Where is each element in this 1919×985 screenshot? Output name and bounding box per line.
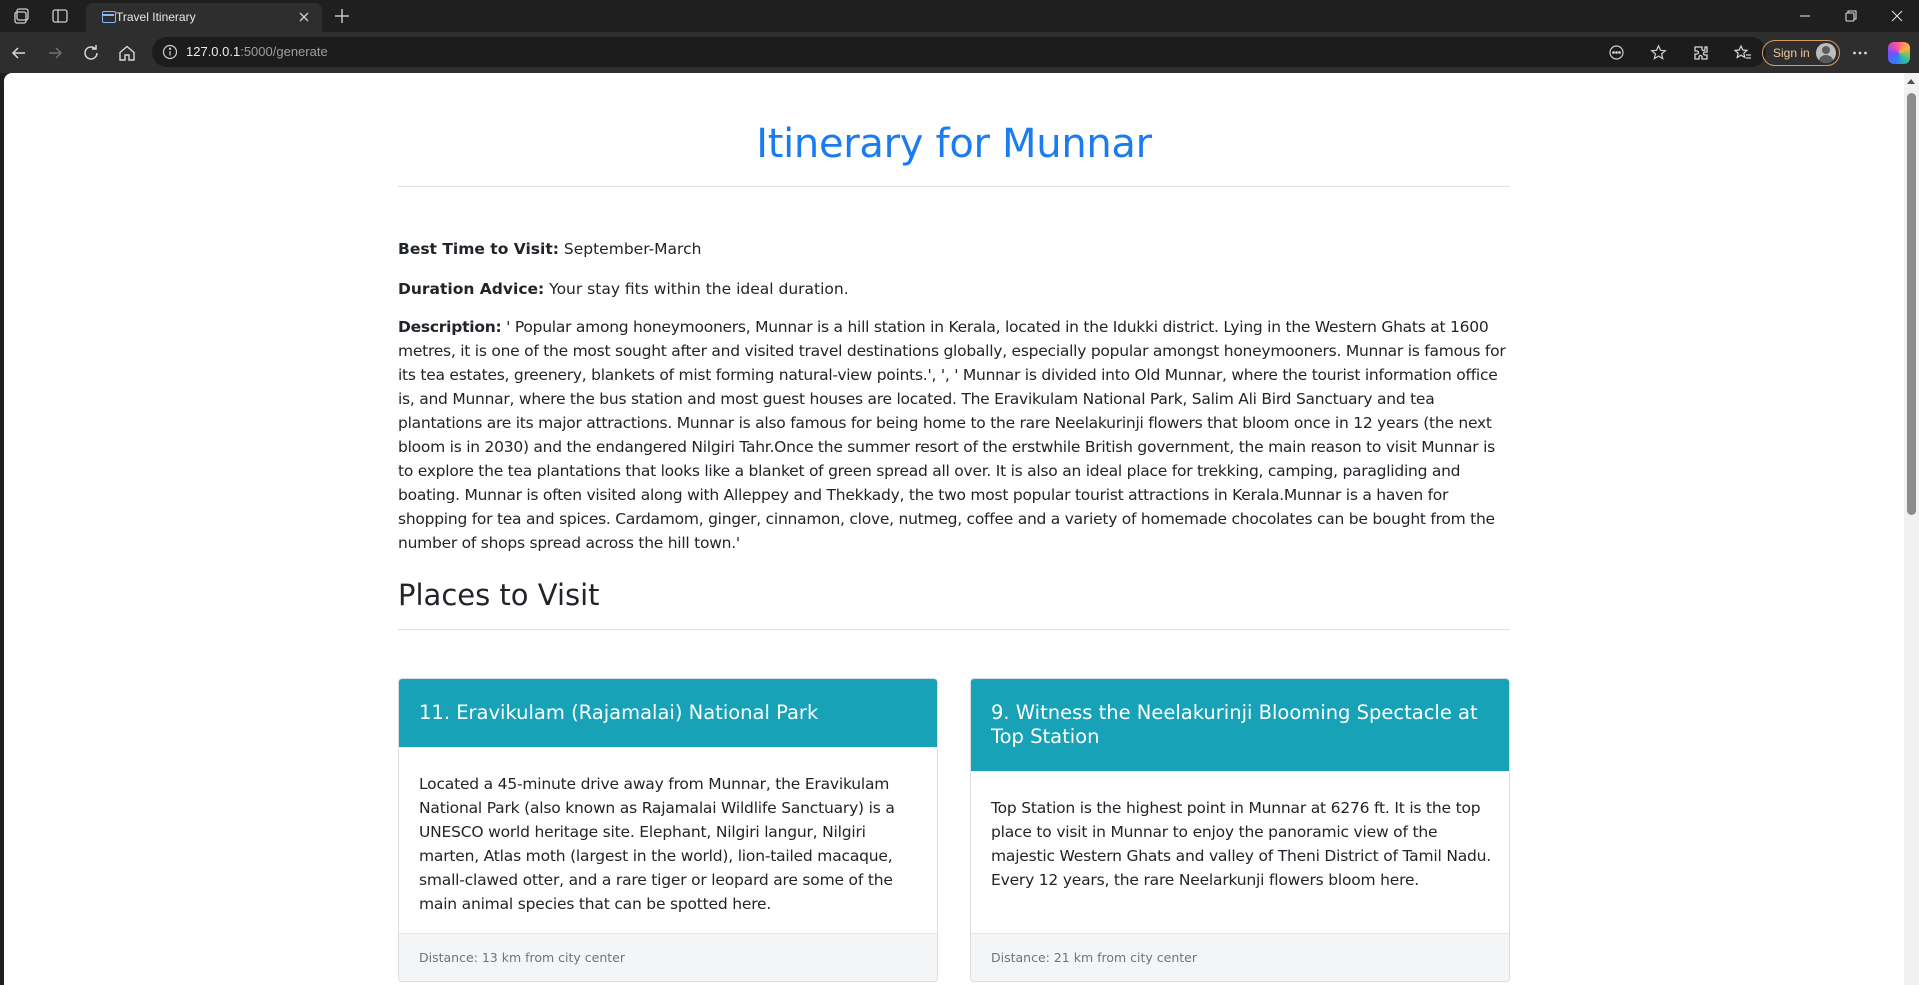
more-options-icon[interactable] [1851, 44, 1869, 62]
browser-toolbar: 127.0.0.1:5000/generate Sign in [0, 32, 1919, 73]
restore-icon[interactable] [1843, 8, 1859, 24]
best-time-label: Best Time to Visit: [398, 240, 559, 258]
address-bar[interactable]: 127.0.0.1:5000/generate [152, 37, 1766, 67]
favorites-icon[interactable] [1733, 44, 1752, 62]
page-viewport: Itinerary for Munnar Best Time to Visit:… [4, 73, 1904, 985]
place-card-description: Top Station is the highest point in Munn… [991, 799, 1492, 889]
reload-icon[interactable] [81, 43, 101, 63]
title-divider [398, 186, 1510, 187]
description-paragraph: Description: ' Popular among honeymooner… [398, 315, 1510, 555]
place-distance: Distance: 13 km from city center [419, 950, 626, 965]
scrollbar-thumb[interactable] [1907, 93, 1916, 515]
tab-strip: Travel Itinerary [0, 0, 1919, 32]
place-card-footer: Distance: 13 km from city center [399, 933, 937, 981]
duration-row: Duration Advice: Your stay fits within t… [398, 277, 849, 301]
url-text[interactable]: 127.0.0.1:5000/generate [186, 44, 328, 59]
scroll-up-arrow-icon[interactable] [1907, 79, 1915, 84]
close-tab-icon[interactable] [296, 9, 312, 25]
best-time-row: Best Time to Visit: September-March [398, 237, 701, 261]
close-window-icon[interactable] [1889, 8, 1905, 24]
tab-title: Travel Itinerary [116, 10, 196, 24]
workspaces-icon[interactable] [12, 6, 32, 26]
back-arrow-icon[interactable] [9, 43, 29, 63]
page-title: Itinerary for Munnar [756, 121, 1152, 167]
home-icon[interactable] [117, 43, 137, 63]
place-card-footer: Distance: 21 km from city center [971, 933, 1509, 981]
sign-in-label: Sign in [1773, 46, 1810, 60]
places-heading: Places to Visit [398, 578, 600, 612]
avatar-icon [1816, 43, 1836, 63]
minimize-icon[interactable] [1797, 8, 1813, 24]
place-card: 11. Eravikulam (Rajamalai) National Park… [398, 678, 938, 982]
site-info-icon[interactable] [162, 44, 178, 60]
place-distance: Distance: 21 km from city center [991, 950, 1198, 965]
new-tab-plus-icon[interactable] [332, 6, 352, 26]
extensions-icon[interactable] [1692, 44, 1710, 62]
forward-arrow-icon[interactable] [45, 43, 65, 63]
place-card: 9. Witness the Neelakurinji Blooming Spe… [970, 678, 1510, 982]
vertical-scrollbar[interactable] [1904, 73, 1919, 985]
url-path: :5000/generate [240, 44, 328, 59]
tab-travel-itinerary[interactable]: Travel Itinerary [86, 3, 322, 32]
reading-mode-icon[interactable] [1608, 44, 1625, 61]
duration-value: Your stay fits within the ideal duration… [549, 280, 849, 298]
vertical-tabs-icon[interactable] [50, 6, 70, 26]
places-divider [398, 629, 1510, 630]
place-card-title: 11. Eravikulam (Rajamalai) National Park [399, 679, 937, 747]
page-favicon-icon [102, 11, 116, 23]
sign-in-button[interactable]: Sign in [1762, 40, 1840, 66]
favorite-star-icon[interactable] [1650, 44, 1667, 61]
place-card-description: Located a 45-minute drive away from Munn… [419, 775, 895, 913]
duration-label: Duration Advice: [398, 280, 545, 298]
description-text: ' Popular among honeymooners, Munnar is … [398, 318, 1506, 552]
url-host: 127.0.0.1 [186, 44, 241, 59]
place-card-title: 9. Witness the Neelakurinji Blooming Spe… [971, 679, 1509, 771]
description-label: Description: [398, 318, 502, 336]
best-time-value: September-March [563, 240, 702, 258]
copilot-icon[interactable] [1888, 42, 1910, 64]
